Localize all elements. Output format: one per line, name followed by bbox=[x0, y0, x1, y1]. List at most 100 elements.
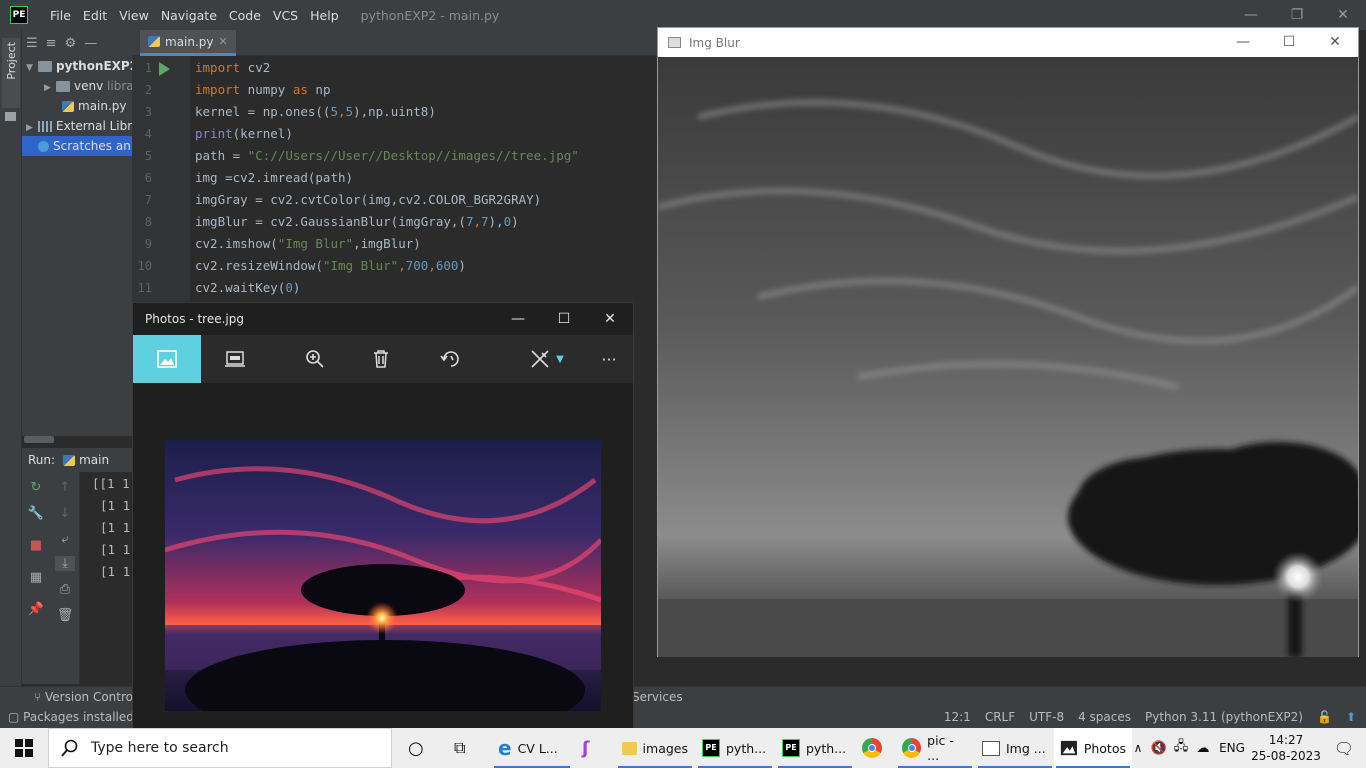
tree-item-root[interactable]: ▼ pythonEXP2 bbox=[22, 56, 132, 76]
edit-crop-icon bbox=[531, 350, 549, 368]
menu-help[interactable]: Help bbox=[304, 8, 345, 23]
wrench-icon[interactable]: 🔧 bbox=[26, 506, 46, 521]
taskbar-item-chrome[interactable] bbox=[856, 728, 892, 768]
taskbar-item-chrome-pic[interactable]: pic - ... bbox=[896, 728, 974, 768]
lock-icon[interactable]: 🔓 bbox=[1317, 710, 1332, 724]
hide-icon[interactable]: — bbox=[84, 36, 97, 51]
close-button[interactable]: ✕ bbox=[1320, 0, 1366, 30]
up-arrow-icon[interactable]: ↑ bbox=[55, 480, 75, 495]
more-options-button[interactable]: ··· bbox=[583, 335, 635, 383]
indent-setting[interactable]: 4 spaces bbox=[1078, 710, 1131, 724]
volume-muted-icon[interactable]: 🔇 bbox=[1148, 741, 1170, 756]
gear-icon[interactable]: ⚙ bbox=[65, 36, 77, 51]
edit-button[interactable]: ▼ bbox=[517, 335, 577, 383]
minimize-button[interactable]: — bbox=[495, 303, 541, 335]
python-interpreter[interactable]: Python 3.11 (pythonEXP2) bbox=[1145, 710, 1303, 724]
cortana-button[interactable]: ○ bbox=[402, 728, 430, 768]
zoom-button[interactable] bbox=[289, 335, 341, 383]
down-arrow-icon[interactable]: ↓ bbox=[55, 506, 75, 521]
layout-icon[interactable]: ▦ bbox=[26, 570, 46, 585]
delete-button[interactable] bbox=[355, 335, 407, 383]
python-file-icon bbox=[63, 454, 76, 466]
chrome-icon bbox=[862, 738, 882, 758]
tree-item-external-libraries[interactable]: ▶ External Libra bbox=[22, 116, 132, 136]
project-tool-tab[interactable]: Project bbox=[2, 38, 20, 108]
rotate-button[interactable] bbox=[425, 335, 477, 383]
file-encoding[interactable]: UTF-8 bbox=[1029, 710, 1064, 724]
expand-all-icon[interactable]: ☰ bbox=[26, 36, 38, 51]
minimize-button[interactable]: — bbox=[1228, 0, 1274, 30]
trash-icon[interactable]: 🗑 bbox=[55, 608, 75, 623]
image-icon bbox=[157, 350, 177, 368]
slideshow-button[interactable] bbox=[209, 335, 261, 383]
collapse-all-icon[interactable]: ≡ bbox=[46, 36, 57, 51]
notifications-icon[interactable]: ⬆ bbox=[1346, 710, 1356, 724]
restore-button[interactable]: ❐ bbox=[1274, 0, 1320, 30]
caret-position[interactable]: 12:1 bbox=[944, 710, 971, 724]
soft-wrap-icon[interactable]: ⤶ bbox=[55, 532, 75, 547]
chevron-up-icon[interactable]: ∧ bbox=[1128, 741, 1148, 755]
tree-item-main-py[interactable]: main.py bbox=[22, 96, 132, 116]
version-control-tab[interactable]: ⑂ Version Control bbox=[34, 690, 136, 704]
chevron-down-icon: ▼ bbox=[556, 353, 564, 365]
menu-edit[interactable]: Edit bbox=[77, 8, 113, 23]
rerun-icon[interactable]: ↻ bbox=[26, 480, 46, 495]
taskbar-item-photos[interactable]: Photos bbox=[1054, 728, 1132, 768]
onedrive-icon[interactable]: ☁ bbox=[1192, 741, 1214, 756]
console-line: [1 1 bbox=[100, 542, 131, 557]
maximize-button[interactable]: ☐ bbox=[541, 303, 587, 335]
run-tab-main[interactable]: main bbox=[63, 453, 109, 467]
edge-icon: e bbox=[498, 736, 512, 760]
task-view-button[interactable]: ⧉ bbox=[448, 728, 471, 768]
start-button[interactable] bbox=[0, 728, 48, 768]
close-button[interactable]: ✕ bbox=[587, 303, 633, 335]
tab-main-py[interactable]: main.py ✕ bbox=[140, 30, 236, 56]
line-number: 6 bbox=[144, 171, 152, 185]
tree-item-venv[interactable]: ▶ venv libra bbox=[22, 76, 132, 96]
scroll-to-end-icon[interactable]: ⤓ bbox=[55, 556, 75, 571]
close-button[interactable]: ✕ bbox=[1312, 28, 1358, 57]
console-line: [1 1 bbox=[100, 498, 131, 513]
img-blur-window: Img Blur — ☐ ✕ bbox=[657, 27, 1359, 657]
maximize-button[interactable]: ☐ bbox=[1266, 28, 1312, 57]
more-icon: ··· bbox=[601, 349, 617, 369]
taskbar-search-box[interactable]: Type here to search bbox=[48, 728, 392, 768]
services-tab[interactable]: Services bbox=[632, 690, 683, 704]
language-indicator[interactable]: ENG bbox=[1214, 741, 1250, 755]
menu-code[interactable]: Code bbox=[223, 8, 267, 23]
line-number: 11 bbox=[137, 281, 152, 295]
code-line-11: cv2.waitKey(0) bbox=[195, 280, 301, 295]
line-number: 2 bbox=[144, 83, 152, 97]
close-tab-icon[interactable]: ✕ bbox=[219, 35, 228, 48]
run-gutter-icon[interactable] bbox=[159, 62, 170, 76]
menu-vcs[interactable]: VCS bbox=[267, 8, 304, 23]
menu-navigate[interactable]: Navigate bbox=[155, 8, 223, 23]
taskbar-clock[interactable]: 14:27 25-08-2023 bbox=[1250, 732, 1322, 764]
taskbar-item-img-blur[interactable]: Img ... bbox=[976, 728, 1054, 768]
notifications-icon[interactable]: 🗨 bbox=[1322, 739, 1366, 758]
menu-file[interactable]: File bbox=[44, 8, 77, 23]
photos-toolbar: ▼ ··· bbox=[133, 335, 633, 383]
network-icon[interactable]: 🖧 bbox=[1170, 737, 1192, 759]
menu-view[interactable]: View bbox=[113, 8, 155, 23]
taskbar-item-pycharm-1[interactable]: PE pyth... bbox=[696, 728, 774, 768]
python-file-icon bbox=[62, 101, 74, 112]
console-line: [1 1 bbox=[100, 564, 131, 579]
pin-icon[interactable]: 📌 bbox=[26, 602, 46, 617]
line-separator[interactable]: CRLF bbox=[985, 710, 1015, 724]
taskbar-item-pycharm-2[interactable]: PE pyth... bbox=[776, 728, 854, 768]
status-message[interactable]: ▢ Packages installed su bbox=[8, 710, 152, 724]
cortana-icon: ○ bbox=[408, 737, 424, 759]
editor-tab-bar: main.py ✕ bbox=[132, 30, 658, 56]
print-icon[interactable]: ⎙ bbox=[55, 582, 75, 597]
taskbar-item-explorer[interactable]: images bbox=[616, 728, 694, 768]
project-horizontal-scrollbar[interactable] bbox=[24, 436, 54, 443]
tree-item-scratches[interactable]: Scratches an bbox=[22, 136, 132, 156]
stop-icon[interactable]: ■ bbox=[26, 538, 46, 553]
app-window-icon bbox=[668, 37, 681, 48]
taskbar-item-app[interactable]: ʃ bbox=[576, 728, 612, 768]
taskbar-item-edge[interactable]: e CV L... bbox=[492, 728, 572, 768]
line-number: 3 bbox=[144, 105, 152, 119]
minimize-button[interactable]: — bbox=[1220, 28, 1266, 57]
view-image-button[interactable] bbox=[133, 335, 201, 383]
